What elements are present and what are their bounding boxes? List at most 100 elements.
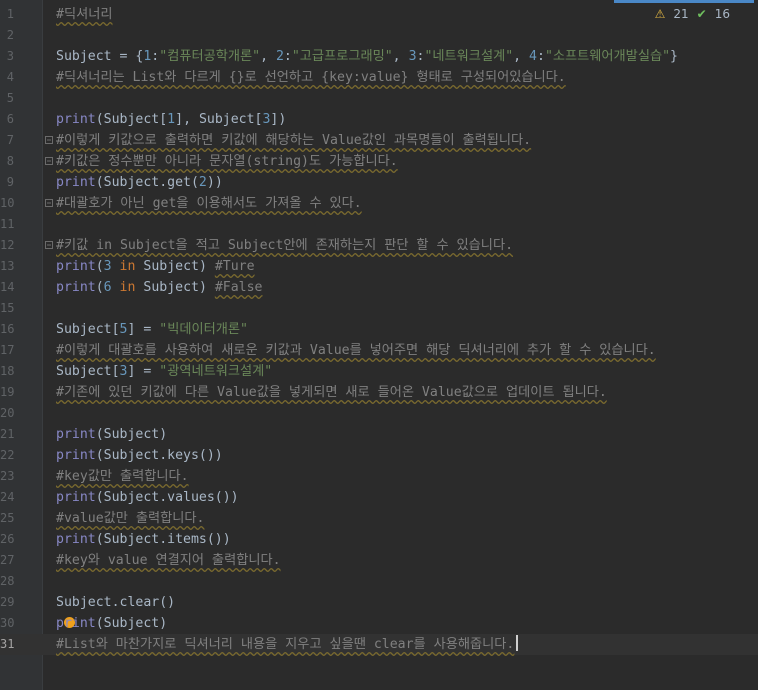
line-number: 2 [6, 28, 14, 42]
line-number: 6 [6, 112, 14, 126]
code-line-26[interactable]: 26 print(Subject.items()) [0, 529, 758, 550]
code-line-12[interactable]: 12 #키값 in Subject을 적고 Subject안에 존재하는지 판단… [0, 235, 758, 256]
code-line-3[interactable]: 3 Subject = {1:"컴퓨터공학개론", 2:"고급프로그래밍", 3… [0, 46, 758, 67]
code-line-27[interactable]: 27 #key와 value 연결지어 출력합니다. [0, 550, 758, 571]
code-line-18[interactable]: 18 Subject[3] = "광역네트워크설계" [0, 361, 758, 382]
line-number: 19 [0, 385, 15, 399]
line-number: 24 [0, 490, 15, 504]
line-number: 7 [6, 133, 14, 147]
line-number: 10 [0, 196, 15, 210]
keyword: in [111, 259, 136, 274]
builtin-function: print [56, 532, 96, 547]
comment: #딕셔너리 [56, 7, 113, 22]
code-line-28[interactable]: 28 [0, 571, 758, 592]
code-editor[interactable]: ⚠ 21 ✔ 16 1 #딕셔너리 2 3 Subject = {1:"컴퓨터공학개… [0, 0, 758, 690]
string-literal: "광역네트워크설계" [159, 364, 273, 379]
code-line-16[interactable]: 16 Subject[5] = "빅데이터개론" [0, 319, 758, 340]
line-number: 3 [6, 49, 14, 63]
code-line-10[interactable]: 10 #대괄호가 아닌 get을 이용해서도 가져올 수 있다. [0, 193, 758, 214]
line-number: 26 [0, 532, 15, 546]
number-literal: 2 [275, 49, 284, 64]
line-number: 12 [0, 238, 15, 252]
code-line-19[interactable]: 19 #기존에 있던 키값에 다른 Value값을 넣게되면 새로 들어온 Va… [0, 382, 758, 403]
comment: #False [214, 280, 263, 295]
code-line-21[interactable]: 21 print(Subject) [0, 424, 758, 445]
line-number: 21 [0, 427, 15, 441]
comment: #키값 in Subject을 적고 Subject안에 존재하는지 판단 할 … [56, 238, 514, 253]
line-number: 22 [0, 448, 15, 462]
line-number: 13 [0, 259, 15, 273]
code-line-14[interactable]: 14 print(6 in Subject) #False [0, 277, 758, 298]
comment: #키값은 정수뿐만 아니라 문자열(string)도 가능합니다. [56, 154, 398, 169]
code-line-2[interactable]: 2 [0, 25, 758, 46]
code-line-25[interactable]: 25 #value값만 출력합니다. [0, 508, 758, 529]
comment: #딕셔너리는 List와 다르게 {}로 선언하고 {key:value} 형태… [56, 70, 566, 85]
code-line-30[interactable]: 30 print(Subject) [0, 613, 758, 634]
fold-icon[interactable] [45, 241, 53, 249]
fold-icon[interactable] [45, 199, 53, 207]
builtin-function: print [56, 616, 96, 631]
line-number: 27 [0, 553, 15, 567]
text-cursor [516, 635, 519, 651]
code-line-9[interactable]: 9 print(Subject.get(2)) [0, 172, 758, 193]
line-number: 29 [0, 595, 15, 609]
string-literal: "네트워크설계" [424, 49, 514, 64]
number-literal: 4 [529, 49, 537, 64]
string-literal: "소프트웨어개발실습" [544, 49, 671, 64]
line-number: 30 [0, 616, 15, 630]
line-number: 17 [0, 343, 15, 357]
code-line-11[interactable]: 11 [0, 214, 758, 235]
builtin-function: print [56, 448, 96, 463]
comment: #key값만 출력합니다. [56, 469, 189, 484]
code-line-5[interactable]: 5 [0, 88, 758, 109]
keyword: in [111, 280, 136, 295]
string-literal: "고급프로그래밍" [291, 49, 393, 64]
line-number: 9 [6, 175, 14, 189]
line-number: 28 [0, 574, 15, 588]
string-literal: "빅데이터개론" [159, 322, 248, 337]
builtin-function: print [56, 112, 96, 127]
line-number: 8 [6, 154, 14, 168]
code-line-24[interactable]: 24 print(Subject.values()) [0, 487, 758, 508]
line-number: 18 [0, 364, 15, 378]
code-line-13[interactable]: 13 print(3 in Subject) #Ture [0, 256, 758, 277]
line-number: 16 [0, 322, 15, 336]
builtin-function: print [56, 490, 96, 505]
code-line-31[interactable]: 31 #List와 마찬가지로 딕셔너리 내용을 지우고 싶을땐 clear를 … [0, 634, 758, 655]
line-number: 14 [0, 280, 15, 294]
comment: #value값만 출력합니다. [56, 511, 205, 526]
comment: #대괄호가 아닌 get을 이용해서도 가져올 수 있다. [56, 196, 362, 211]
code-line-23[interactable]: 23 #key값만 출력합니다. [0, 466, 758, 487]
line-number: 5 [6, 91, 14, 105]
comment: #Ture [214, 259, 255, 274]
code-line-7[interactable]: 7 #이렇게 키값으로 출력하면 키값에 해당하는 Value값인 과목명들이 … [0, 130, 758, 151]
comment: #key와 value 연결지어 출력합니다. [56, 553, 281, 568]
line-number: 4 [6, 70, 14, 84]
code-line-20[interactable]: 20 [0, 403, 758, 424]
line-number: 11 [0, 217, 15, 231]
fold-icon[interactable] [45, 157, 53, 165]
comment: #List와 마찬가지로 딕셔너리 내용을 지우고 싶을땐 clear를 사용해… [56, 637, 515, 652]
code-text: Subject = { [56, 49, 144, 64]
line-number: 15 [0, 301, 15, 315]
line-number: 23 [0, 469, 15, 483]
code-line-29[interactable]: 29 Subject.clear() [0, 592, 758, 613]
comment: #기존에 있던 키값에 다른 Value값을 넣게되면 새로 들어온 Value… [56, 385, 607, 400]
code-line-8[interactable]: 8 #키값은 정수뿐만 아니라 문자열(string)도 가능합니다. [0, 151, 758, 172]
fold-icon[interactable] [45, 136, 53, 144]
builtin-function: print [56, 280, 96, 295]
builtin-function: print [56, 427, 96, 442]
builtin-function: print [56, 259, 96, 274]
code-line-1[interactable]: 1 #딕셔너리 [0, 4, 758, 25]
comment: #이렇게 키값으로 출력하면 키값에 해당하는 Value값인 과목명들이 출력… [56, 133, 532, 148]
code-line-6[interactable]: 6 print(Subject[1], Subject[3]) [0, 109, 758, 130]
number-literal: 3 [408, 49, 417, 64]
code-line-15[interactable]: 15 [0, 298, 758, 319]
string-literal: "컴퓨터공학개론" [159, 49, 261, 64]
code-line-17[interactable]: 17 #이렇게 대괄호를 사용하여 새로운 키값과 Value를 넣어주면 해당… [0, 340, 758, 361]
code-line-4[interactable]: 4 #딕셔너리는 List와 다르게 {}로 선언하고 {key:value} … [0, 67, 758, 88]
scroll-indicator [614, 0, 754, 3]
code-line-22[interactable]: 22 print(Subject.keys()) [0, 445, 758, 466]
builtin-function: print [56, 175, 96, 190]
line-number: 25 [0, 511, 15, 525]
